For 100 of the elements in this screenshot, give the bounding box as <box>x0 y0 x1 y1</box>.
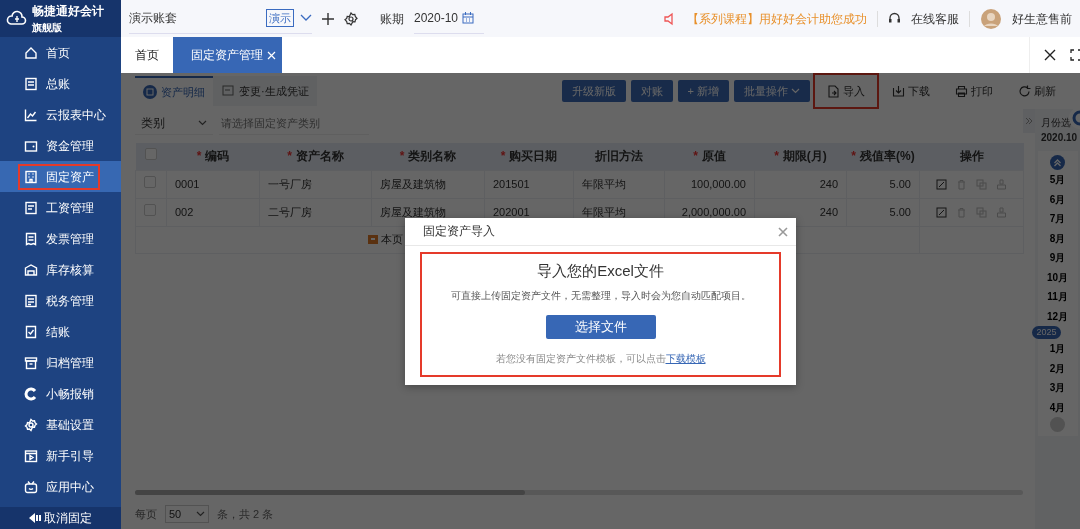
choose-file-button[interactable]: 选择文件 <box>545 315 656 339</box>
sidebar-label: 资金管理 <box>46 137 94 155</box>
month-item[interactable]: 10月 <box>1040 267 1075 287</box>
toolbar-button[interactable]: 刷新 <box>1008 80 1066 102</box>
month-item[interactable]: 6月 <box>1043 189 1072 209</box>
arrow-icon <box>29 513 41 523</box>
headset-icon[interactable] <box>888 12 901 25</box>
download-icon <box>892 84 905 98</box>
required-mark: * <box>774 149 779 164</box>
calendar-icon[interactable] <box>462 12 475 24</box>
toolbar-button[interactable]: 导入 <box>815 75 877 107</box>
chevron-down-icon <box>198 119 207 126</box>
fullscreen-icon[interactable] <box>1070 49 1080 61</box>
notice-link[interactable]: 【系列课程】用好好会计助您成功 <box>687 9 867 28</box>
import-icon <box>827 84 840 98</box>
account-badge: 演示 <box>266 8 294 28</box>
close-icon <box>778 226 788 237</box>
panel-title: 月份选 <box>1040 116 1071 130</box>
sidebar-item[interactable]: 小畅报销 <box>0 378 121 409</box>
month-item[interactable]: 7月 <box>1043 209 1072 229</box>
month-item[interactable]: 12月 <box>1040 306 1075 326</box>
sidebar-label: 首页 <box>46 44 70 62</box>
page-tab[interactable]: 固定资产管理 <box>173 37 282 73</box>
edit-icon[interactable] <box>936 179 947 191</box>
account-select[interactable]: 演示账套 演示 <box>129 3 312 34</box>
list-icon <box>143 85 157 99</box>
month-item[interactable]: 8月 <box>1043 228 1072 248</box>
close-icon[interactable] <box>1044 49 1056 61</box>
period-label: 账期 <box>380 10 404 28</box>
settings-icon <box>24 417 38 432</box>
table-cell: 5.00 <box>846 170 920 198</box>
sidebar-item[interactable]: 新手引导 <box>0 440 121 471</box>
sidebar-label: 小畅报销 <box>46 385 94 403</box>
sidebar-item[interactable]: 税务管理 <box>0 285 121 316</box>
collapse-handle[interactable] <box>1023 109 1035 133</box>
sidebar-item[interactable]: 应用中心 <box>0 471 121 502</box>
table-cell: 二号厂房 <box>259 198 372 226</box>
column-header: * 原值 <box>664 143 755 170</box>
toolbar-button[interactable]: 升级新版 <box>561 80 626 102</box>
column-header: * 购买日期 <box>484 143 574 170</box>
year-badge: 2025 <box>1032 326 1061 339</box>
month-item[interactable]: 2月 <box>1043 358 1072 378</box>
period-field[interactable]: 2020-10 <box>414 3 485 34</box>
document-icon <box>24 324 38 339</box>
sidebar-item[interactable]: 云报表中心 <box>0 99 121 130</box>
edit-icon[interactable] <box>936 207 947 219</box>
page-size-select[interactable]: 50 <box>165 505 209 523</box>
sidebar-item[interactable]: 资金管理 <box>0 130 121 161</box>
building-icon <box>24 169 38 184</box>
toolbar-button[interactable]: + 新增 <box>677 80 729 102</box>
wallet-icon <box>24 138 38 153</box>
sidebar-label: 云报表中心 <box>46 106 106 124</box>
period-value: 2020-10 <box>414 10 459 27</box>
table-cell: 100,000.00 <box>664 170 755 198</box>
table-cell: 5.00 <box>846 198 920 226</box>
sidebar-item[interactable]: 库存核算 <box>0 254 121 285</box>
unpin-button[interactable]: 取消固定 <box>0 507 121 529</box>
table-cell: 年限平均 <box>573 170 665 198</box>
scrollbar[interactable] <box>135 490 525 495</box>
required-mark: * <box>287 149 292 164</box>
support-link[interactable]: 在线客服 <box>911 9 959 28</box>
sidebar-item[interactable]: 发票管理 <box>0 223 121 254</box>
toolbar-button[interactable]: 下载 <box>882 80 940 102</box>
download-template-link[interactable]: 下载模板 <box>665 353 706 364</box>
trash-icon[interactable] <box>956 179 967 191</box>
month-item[interactable]: 5月 <box>1043 170 1072 190</box>
document-icon <box>24 231 38 246</box>
sub-tab[interactable]: 变更·生成凭证 <box>213 76 317 106</box>
box-icon <box>368 233 378 244</box>
stamp-icon[interactable] <box>996 207 1007 219</box>
document-icon <box>24 200 38 215</box>
robot-icon <box>24 479 38 494</box>
sidebar-item[interactable]: 工资管理 <box>0 192 121 223</box>
scroll-up-icon[interactable] <box>1050 155 1065 170</box>
settings-icon[interactable] <box>344 11 358 26</box>
month-item[interactable]: 1月 <box>1043 339 1072 359</box>
sidebar-item[interactable]: 总账 <box>0 68 121 99</box>
sidebar-item[interactable]: 归档管理 <box>0 347 121 378</box>
month-item[interactable]: 9月 <box>1043 248 1072 268</box>
sidebar-label: 发票管理 <box>46 230 94 248</box>
stamp-icon[interactable] <box>996 179 1007 191</box>
sidebar-item[interactable]: 结账 <box>0 316 121 347</box>
hint-text: 若您没有固定资产文件模板，可以点击下载模板 <box>495 352 706 366</box>
sidebar-item[interactable]: 首页 <box>0 37 121 68</box>
printer-icon <box>955 84 968 98</box>
month-item[interactable]: 11月 <box>1041 287 1074 307</box>
dialog-heading: 导入您的Excel文件 <box>537 260 664 281</box>
toolbar-button[interactable]: 打印 <box>945 80 1003 102</box>
chevron-down-icon <box>791 88 800 94</box>
month-item[interactable]: 3月 <box>1043 378 1072 398</box>
plus-icon[interactable] <box>322 12 334 25</box>
unpin-label: 取消固定 <box>44 510 92 527</box>
sidebar-item[interactable]: 基础设置 <box>0 409 121 440</box>
month-item[interactable]: 4月 <box>1043 397 1072 417</box>
trash-icon[interactable] <box>956 207 967 219</box>
toolbar-button[interactable]: 对账 <box>630 80 673 102</box>
box-icon <box>24 262 38 277</box>
archive-icon <box>24 355 38 370</box>
toolbar-button[interactable]: 批量操作 <box>734 80 810 102</box>
sidebar-item[interactable]: 固定资产 <box>0 161 121 192</box>
